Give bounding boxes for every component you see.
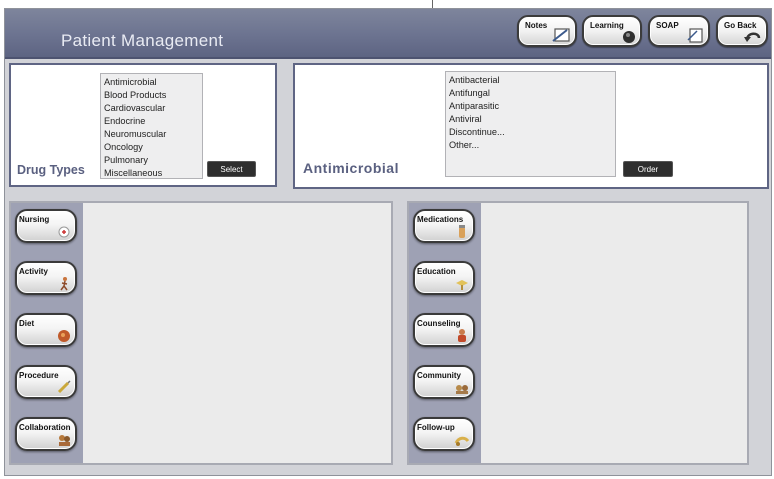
- list-item[interactable]: Discontinue...: [449, 126, 615, 139]
- diet-icon: [58, 330, 70, 342]
- list-item[interactable]: Cardiovascular: [104, 102, 202, 115]
- community-button[interactable]: Community: [413, 365, 475, 399]
- antimicrobial-panel: Antibacterial Antifungal Antiparasitic A…: [293, 63, 769, 189]
- education-button[interactable]: Education: [413, 261, 475, 295]
- go-back-icon: [744, 32, 761, 42]
- left-content-area: [83, 203, 391, 463]
- activity-icon: [60, 277, 68, 291]
- education-icon: [456, 280, 468, 290]
- list-item[interactable]: Blood Products: [104, 89, 202, 102]
- medications-button[interactable]: Medications: [413, 209, 475, 243]
- collaboration-button[interactable]: Collaboration: [15, 417, 77, 451]
- select-button[interactable]: Select: [207, 161, 256, 177]
- antimicrobial-listbox[interactable]: Antibacterial Antifungal Antiparasitic A…: [445, 71, 616, 177]
- notes-icon: [552, 28, 570, 42]
- go-back-button[interactable]: Go Back: [716, 15, 768, 47]
- follow-up-icon: [454, 436, 470, 446]
- list-item[interactable]: Endocrine: [104, 115, 202, 128]
- list-item[interactable]: Oncology: [104, 141, 202, 154]
- drug-types-label: Drug Types: [17, 163, 85, 177]
- learning-icon: [623, 31, 635, 43]
- medications-icon: [459, 225, 465, 238]
- app-window: Patient Management Notes Learning SOAP G…: [4, 8, 772, 476]
- nursing-button[interactable]: Nursing: [15, 209, 77, 243]
- soap-button[interactable]: SOAP: [648, 15, 710, 47]
- activity-button[interactable]: Activity: [15, 261, 77, 295]
- list-item[interactable]: Antifungal: [449, 87, 615, 100]
- list-item[interactable]: Antibacterial: [449, 74, 615, 87]
- collaboration-icon: [59, 435, 70, 446]
- drug-types-panel: Antimicrobial Blood Products Cardiovascu…: [9, 63, 277, 187]
- soap-icon: [687, 28, 703, 43]
- list-item[interactable]: Other...: [449, 139, 615, 152]
- follow-up-button[interactable]: Follow-up: [413, 417, 475, 451]
- notes-button[interactable]: Notes: [517, 15, 577, 47]
- procedure-icon: [57, 380, 71, 394]
- counseling-icon: [458, 329, 466, 342]
- diet-button[interactable]: Diet: [15, 313, 77, 347]
- right-tool-strip: Medications Education Counseling Communi…: [409, 203, 481, 463]
- page-title: Patient Management: [61, 31, 224, 50]
- drug-types-listbox[interactable]: Antimicrobial Blood Products Cardiovascu…: [100, 73, 203, 179]
- notes-label: Notes: [525, 21, 548, 30]
- left-tool-strip: Nursing Activity Diet Procedure Collabor…: [11, 203, 83, 463]
- right-content-area: [481, 203, 747, 463]
- left-section: Nursing Activity Diet Procedure Collabor…: [9, 201, 393, 465]
- list-item[interactable]: Antiviral: [449, 113, 615, 126]
- learning-button[interactable]: Learning: [582, 15, 642, 47]
- list-item[interactable]: Miscellaneous: [104, 167, 202, 180]
- soap-label: SOAP: [656, 21, 679, 30]
- top-notch-divider: [432, 0, 433, 8]
- antimicrobial-label: Antimicrobial: [303, 160, 399, 176]
- list-item[interactable]: Neuromuscular: [104, 128, 202, 141]
- community-icon: [456, 385, 468, 394]
- list-item[interactable]: Pulmonary: [104, 154, 202, 167]
- nursing-icon: [58, 226, 70, 238]
- list-item[interactable]: Antiparasitic: [449, 100, 615, 113]
- counseling-button[interactable]: Counseling: [413, 313, 475, 347]
- right-section: Medications Education Counseling Communi…: [407, 201, 749, 465]
- header-bar: Patient Management Notes Learning SOAP G…: [5, 9, 771, 59]
- order-button[interactable]: Order: [623, 161, 673, 177]
- procedure-button[interactable]: Procedure: [15, 365, 77, 399]
- list-item[interactable]: Antimicrobial: [104, 76, 202, 89]
